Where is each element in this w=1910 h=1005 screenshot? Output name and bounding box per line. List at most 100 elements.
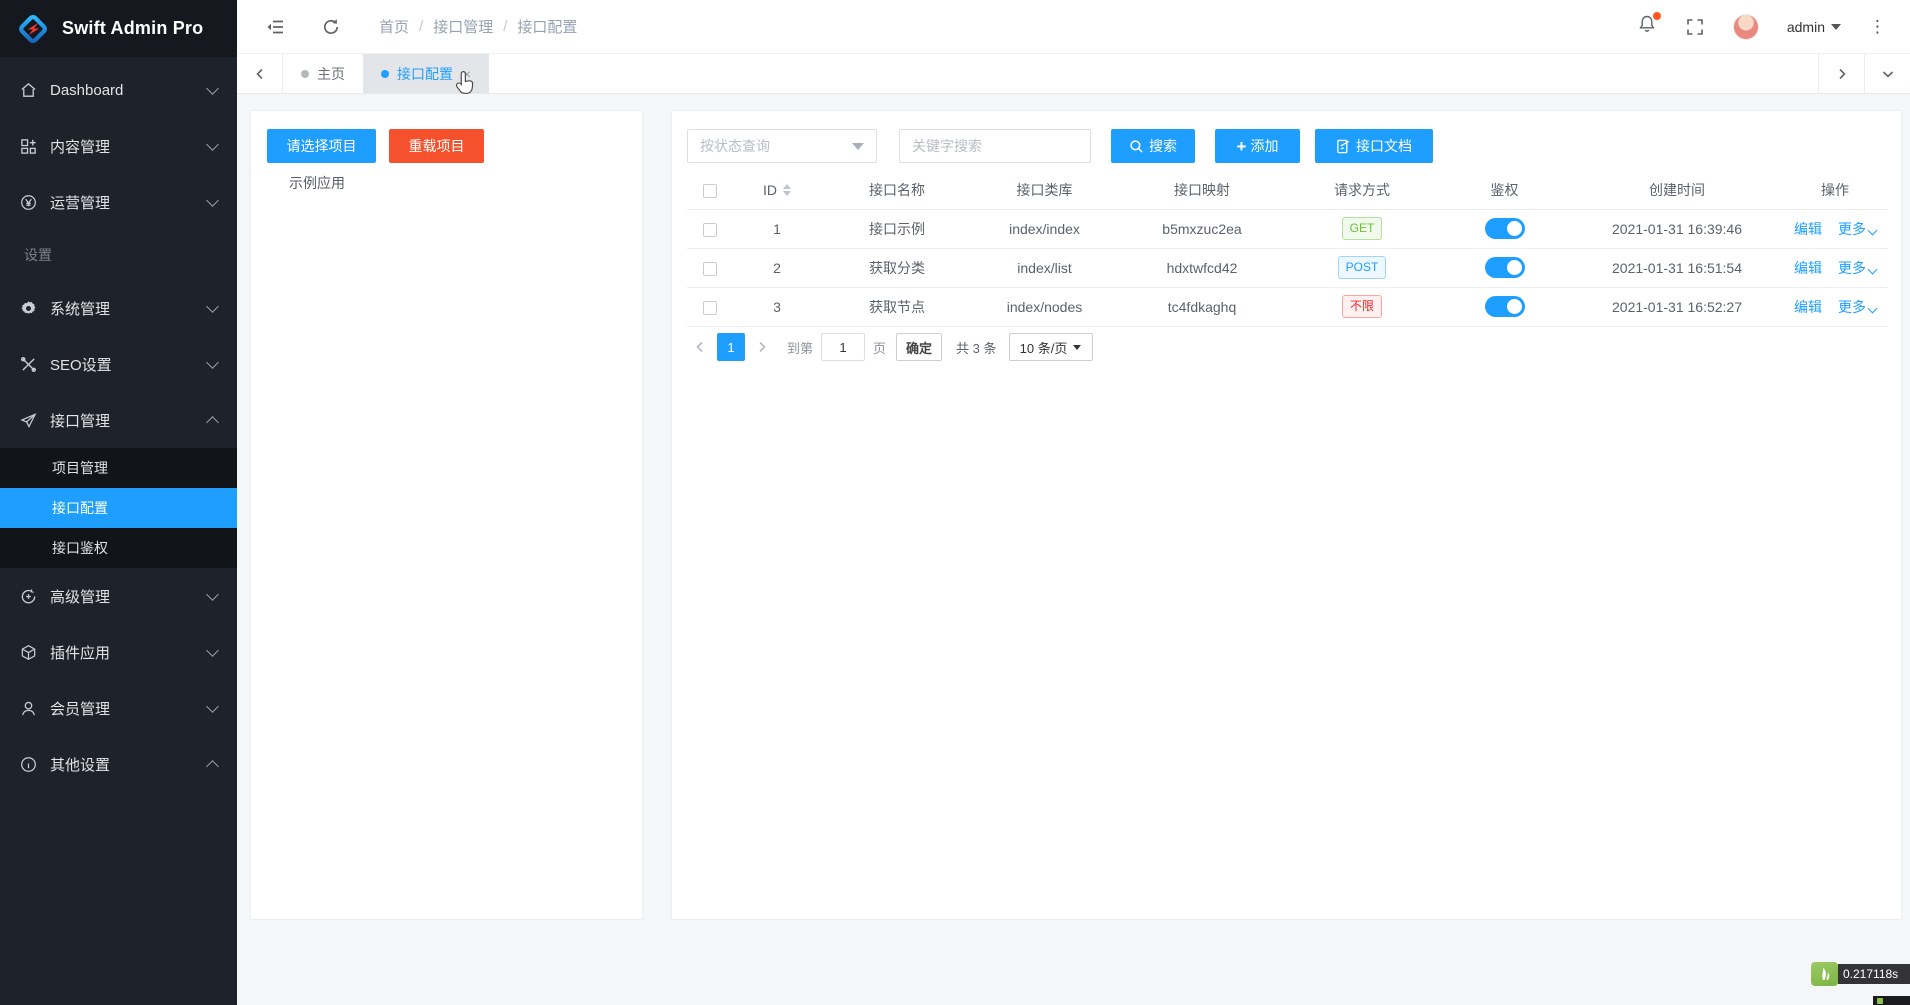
api-docs-button[interactable]: 接口文档: [1315, 129, 1433, 163]
row-checkbox[interactable]: [703, 262, 717, 276]
sidebar-item-members[interactable]: 会员管理: [0, 680, 237, 736]
tab-label: 接口配置: [397, 64, 453, 84]
breadcrumb-api-management[interactable]: 接口管理: [433, 16, 493, 37]
tab-home[interactable]: 主页: [283, 54, 363, 93]
tabs-scroll-left-button[interactable]: [237, 54, 283, 93]
prev-page-button[interactable]: [687, 333, 713, 361]
select-project-button[interactable]: 请选择项目: [267, 129, 376, 163]
edit-link[interactable]: 编辑: [1794, 297, 1822, 317]
sidebar-subitem-api-auth[interactable]: 接口鉴权: [0, 528, 237, 568]
row-checkbox[interactable]: [703, 223, 717, 237]
chevron-down-icon: [206, 644, 219, 657]
collapse-sidebar-icon[interactable]: [265, 17, 285, 37]
more-link-label: 更多: [1838, 221, 1866, 237]
sidebar-item-dashboard[interactable]: Dashboard: [0, 62, 237, 118]
status-filter-select[interactable]: 按状态查询: [687, 129, 877, 163]
row-checkbox[interactable]: [703, 301, 717, 315]
cell-map: tc4fdkaghq: [1117, 287, 1287, 326]
table-row: 2 获取分类 index/list hdxtwfcd42 POST 2021-0…: [687, 248, 1888, 287]
operations-icon: [20, 194, 37, 211]
breadcrumb-api-config: 接口配置: [517, 16, 577, 37]
sidebar-item-api[interactable]: 接口管理: [0, 392, 237, 448]
select-all-checkbox[interactable]: [703, 184, 717, 198]
method-badge: GET: [1342, 217, 1383, 239]
sidebar-subitem-api-config[interactable]: 接口配置: [0, 488, 237, 528]
edit-link[interactable]: 编辑: [1794, 258, 1822, 278]
more-link[interactable]: 更多: [1838, 219, 1876, 239]
cell-name: 获取分类: [822, 248, 972, 287]
app-window: Swift Admin Pro Dashboard 内容管理 运营管理 设置: [0, 0, 1910, 1005]
goto-confirm-button[interactable]: 确定: [896, 333, 942, 361]
tools-icon: [20, 356, 37, 373]
sidebar-item-label: 高级管理: [50, 586, 208, 607]
sidebar-section-settings: 设置: [0, 230, 237, 280]
info-circle-icon: [20, 756, 37, 773]
trace-badge[interactable]: [1811, 962, 1838, 986]
cell-lib: index/list: [972, 248, 1117, 287]
auth-toggle[interactable]: [1485, 218, 1525, 239]
keyword-search-input[interactable]: [899, 129, 1091, 163]
tab-dot-icon: [301, 70, 309, 78]
auth-toggle[interactable]: [1485, 257, 1525, 278]
project-tree-item[interactable]: 示例应用: [289, 173, 345, 193]
sidebar-subitem-project-management[interactable]: 项目管理: [0, 448, 237, 488]
close-icon[interactable]: ×: [463, 66, 471, 82]
sidebar-item-label: 运营管理: [50, 192, 208, 213]
search-button[interactable]: 搜索: [1111, 129, 1195, 163]
sort-icon[interactable]: [783, 184, 791, 196]
sidebar-item-other[interactable]: 其他设置: [0, 736, 237, 792]
page-unit-label: 页: [873, 338, 886, 357]
refresh-icon[interactable]: [321, 17, 341, 37]
page-size-select[interactable]: 10 条/页: [1009, 333, 1093, 361]
sidebar-item-plugins[interactable]: 插件应用: [0, 624, 237, 680]
content-icon: [20, 138, 37, 155]
more-link[interactable]: 更多: [1838, 297, 1876, 317]
tabs-menu-button[interactable]: [1864, 54, 1910, 93]
chevron-up-icon: [206, 760, 219, 773]
more-link[interactable]: 更多: [1838, 258, 1876, 278]
breadcrumb-home[interactable]: 首页: [379, 16, 409, 37]
tab-api-config[interactable]: 接口配置 ×: [363, 54, 489, 93]
username: admin: [1787, 19, 1825, 35]
goto-page-input[interactable]: [821, 333, 865, 361]
sidebar-item-label: SEO设置: [50, 354, 208, 375]
trace-bar[interactable]: [1873, 996, 1910, 1005]
tabs-scroll-right-button[interactable]: [1818, 54, 1864, 93]
more-menu-icon[interactable]: ⋮: [1869, 18, 1886, 35]
auth-toggle[interactable]: [1485, 296, 1525, 317]
search-button-label: 搜索: [1149, 136, 1177, 156]
page-number-button[interactable]: 1: [717, 333, 745, 361]
sidebar-item-label: 内容管理: [50, 136, 208, 157]
next-page-button[interactable]: [749, 333, 775, 361]
add-button[interactable]: + 添加: [1215, 129, 1300, 163]
avatar[interactable]: [1733, 14, 1759, 40]
sidebar-item-advanced[interactable]: 高级管理: [0, 568, 237, 624]
sidebar-item-content[interactable]: 内容管理: [0, 118, 237, 174]
notifications-button[interactable]: [1637, 14, 1657, 39]
method-badge: POST: [1338, 256, 1387, 278]
plus-icon: +: [1237, 138, 1247, 155]
trace-time-label: 0.217118s: [1838, 964, 1910, 984]
chevron-down-icon: [206, 588, 219, 601]
chevron-down-icon: [206, 356, 219, 369]
select-caret-icon: [1073, 345, 1081, 350]
reload-project-button[interactable]: 重载项目: [389, 129, 484, 163]
sidebar-item-label: 接口管理: [50, 410, 208, 431]
edit-link[interactable]: 编辑: [1794, 219, 1822, 239]
sidebar-item-label: 系统管理: [50, 298, 208, 319]
trace-bar-dot: [1877, 998, 1883, 1004]
app-title: Swift Admin Pro: [62, 18, 203, 39]
column-header-created: 创建时间: [1572, 171, 1782, 209]
user-menu[interactable]: admin: [1787, 19, 1841, 35]
pagination: 1 到第 页 确定 共 3 条 10 条/页: [687, 333, 1093, 361]
sidebar-item-operations[interactable]: 运营管理: [0, 174, 237, 230]
gear-icon: [20, 300, 37, 317]
sidebar-item-system[interactable]: 系统管理: [0, 280, 237, 336]
column-header-method: 请求方式: [1287, 171, 1437, 209]
chevron-down-icon: [206, 194, 219, 207]
sidebar-item-seo[interactable]: SEO设置: [0, 336, 237, 392]
chevron-up-icon: [206, 416, 219, 429]
logo[interactable]: Swift Admin Pro: [0, 0, 237, 57]
fullscreen-icon[interactable]: [1685, 17, 1705, 37]
home-icon: [20, 82, 37, 99]
